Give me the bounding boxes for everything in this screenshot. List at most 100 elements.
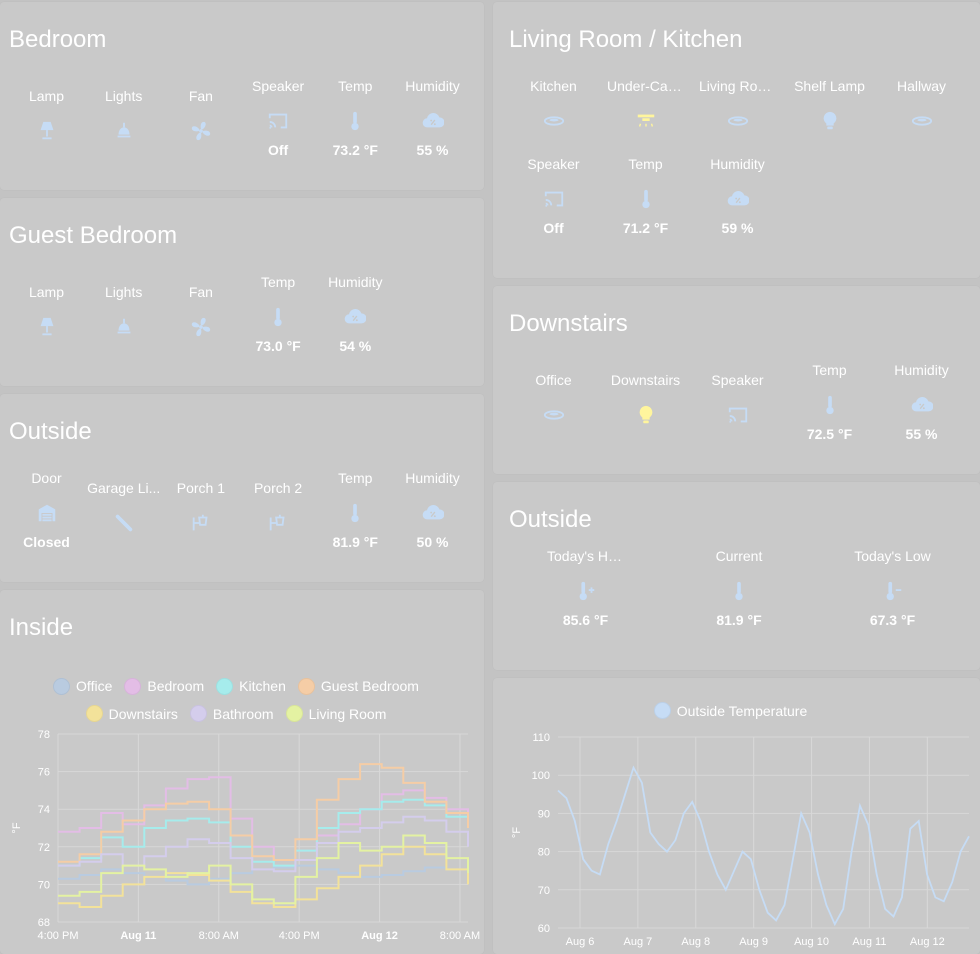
entity-temp[interactable]: Temp 72.5 °F: [791, 362, 868, 442]
x-tick-label: 8:00 AM: [199, 930, 239, 942]
y-tick-label: 90: [538, 808, 550, 820]
ceiling-light-icon: [699, 108, 776, 134]
cast-icon: [240, 108, 317, 134]
x-tick-label: Aug 8: [681, 936, 710, 948]
y-tick-label: 80: [538, 847, 550, 859]
entity-lights[interactable]: Lights: [85, 284, 162, 340]
humidity-icon: [394, 500, 471, 526]
entity-label: Porch 1: [176, 480, 226, 496]
entity-value: Closed: [23, 534, 70, 550]
entity-office[interactable]: Office: [515, 372, 592, 428]
entity-temp[interactable]: Temp 81.9 °F: [317, 470, 394, 550]
legend-item[interactable]: Outside Temperature: [653, 702, 807, 719]
entity-living-room[interactable]: Living Room: [699, 78, 776, 134]
legend-item[interactable]: Office: [53, 674, 112, 698]
y-tick-label: 72: [38, 842, 50, 854]
entity-lamp[interactable]: Lamp: [8, 284, 85, 340]
entity-lamp[interactable]: Lamp: [8, 88, 85, 144]
thermometer-icon: [317, 108, 394, 134]
bedroom-card: Bedroom Lamp Lights Fan Speaker Off Temp 73.2 …: [0, 2, 484, 190]
lamp-icon: [8, 118, 85, 144]
entity-value: 81.9 °F: [716, 612, 762, 628]
x-tick-label: Aug 12: [910, 936, 945, 948]
entity-label: Temp: [260, 274, 296, 290]
entity-label: Temp: [628, 156, 663, 172]
x-tick-label: Aug 10: [794, 936, 829, 948]
legend-item[interactable]: Kitchen: [216, 674, 286, 698]
entity-lights[interactable]: Lights: [85, 88, 162, 144]
entity-hallway[interactable]: Hallway: [883, 78, 960, 134]
entity-fan[interactable]: Fan: [162, 88, 239, 144]
entity-door[interactable]: Door Closed: [8, 470, 85, 550]
entity-under-cabi[interactable]: Under-Cabi...: [607, 78, 684, 134]
humidity-icon: [699, 186, 776, 212]
entity-porch-1[interactable]: Porch 1: [162, 480, 239, 536]
entity-temp[interactable]: Temp 71.2 °F: [607, 156, 684, 236]
x-tick-label: Aug 11: [852, 936, 886, 948]
humidity-icon: [394, 108, 471, 134]
legend-swatch: [53, 677, 71, 695]
entity-label: Current: [715, 548, 763, 564]
entity-label: Humidity: [328, 274, 383, 290]
entity-label: Humidity: [894, 362, 949, 378]
thermometer-icon: [791, 392, 868, 418]
entity-label: Living Room: [699, 78, 776, 94]
entity-humidity[interactable]: Humidity 55 %: [883, 362, 960, 442]
entity-value: 85.6 °F: [562, 612, 609, 628]
entity-speaker[interactable]: Speaker: [699, 372, 776, 428]
entity-label: Lights: [105, 88, 143, 104]
under-cabinet-icon: [607, 108, 684, 134]
x-tick-label: 8:00 AM: [440, 930, 480, 942]
bulb-icon: [607, 402, 684, 428]
y-tick-label: 76: [38, 767, 50, 779]
entity-label: Office: [535, 372, 572, 388]
entity-today-s-low[interactable]: Today's Low 67.3 °F: [854, 548, 931, 628]
entity-kitchen[interactable]: Kitchen: [515, 78, 592, 134]
entity-label: Kitchen: [530, 78, 577, 94]
legend-item[interactable]: Bedroom: [124, 674, 204, 698]
entity-temp[interactable]: Temp 73.0 °F: [240, 274, 317, 354]
thermometer-icon: [317, 500, 394, 526]
fan-icon: [162, 314, 239, 340]
entity-humidity[interactable]: Humidity 55 %: [394, 78, 471, 158]
thermometer-icon: [607, 186, 684, 212]
entity-value: Off: [267, 142, 289, 158]
entity-downstairs[interactable]: Downstairs: [607, 372, 684, 428]
thermometer-minus-icon: [854, 578, 931, 604]
entity-speaker[interactable]: Speaker Off: [240, 78, 317, 158]
entity-speaker[interactable]: Speaker Off: [515, 156, 592, 236]
entity-humidity[interactable]: Humidity 59 %: [699, 156, 776, 236]
entity-today-s-high[interactable]: Today's High 85.6 °F: [547, 548, 624, 628]
outside-right-card: Outside Today's High 85.6 °F Current 81.9 °…: [493, 482, 980, 670]
entity-fan[interactable]: Fan: [162, 284, 239, 340]
y-tick-label: 70: [38, 879, 50, 891]
y-axis-label: °F: [11, 822, 23, 833]
entity-current[interactable]: Current 81.9 °F: [701, 548, 778, 628]
y-tick-label: 78: [38, 729, 50, 741]
entity-garage-li[interactable]: Garage Li...: [85, 480, 162, 536]
entity-porch-2[interactable]: Porch 2: [240, 480, 317, 536]
y-tick-label: 68: [38, 917, 50, 929]
ceiling-light-icon: [85, 118, 162, 144]
ceiling-light-icon: [515, 108, 592, 134]
cast-icon: [699, 402, 776, 428]
y-tick-label: 100: [532, 770, 550, 782]
outside-left-card: Outside Door Closed Garage Li... Porch 1 Por…: [0, 394, 484, 582]
entity-humidity[interactable]: Humidity 54 %: [317, 274, 394, 354]
inside-temperature-chart: 68 70 72 74 76 78 4:00 PM Aug 11 8:00 AM 4:00 PM A…: [11, 729, 480, 942]
y-axis-label: °F: [511, 827, 523, 838]
entity-temp[interactable]: Temp 73.2 °F: [317, 78, 394, 158]
x-tick-label: Aug 6: [566, 936, 595, 948]
x-tick-label: 4:00 PM: [38, 930, 79, 942]
cast-icon: [515, 186, 592, 212]
entity-value: 73.0 °F: [255, 338, 301, 354]
x-tick-label: Aug 12: [361, 930, 398, 942]
entity-label: Lamp: [28, 284, 65, 300]
entity-humidity[interactable]: Humidity 50 %: [394, 470, 471, 550]
entity-shelf-lamp[interactable]: Shelf Lamp: [791, 78, 868, 134]
entity-value: 55 %: [905, 426, 938, 442]
card-title: Outside: [9, 418, 92, 445]
y-tick-label: 110: [532, 732, 550, 744]
downstairs-card: Downstairs Office Downstairs Speaker Temp 72…: [493, 286, 980, 474]
legend-item[interactable]: Guest Bedroom: [297, 674, 419, 698]
